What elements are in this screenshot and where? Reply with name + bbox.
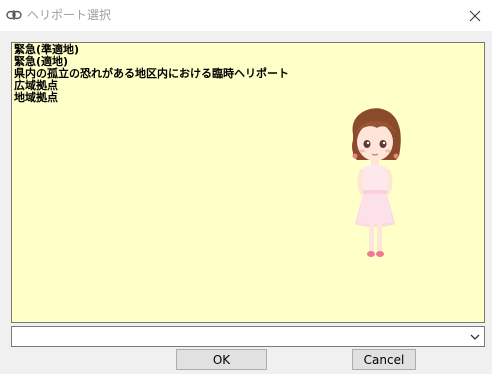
heliport-select-dialog: ヘリポート選択 緊急(準適地) 緊急(適地) 県内の孤立の恐れがある地区内におけ… <box>0 0 492 374</box>
app-icon <box>6 10 22 20</box>
list-item[interactable]: 地域拠点 <box>14 92 289 104</box>
chevron-down-icon[interactable] <box>469 331 481 343</box>
close-icon <box>469 10 481 21</box>
cancel-button[interactable]: Cancel <box>352 349 416 370</box>
close-button[interactable] <box>458 0 492 31</box>
heliport-combo-box[interactable] <box>11 326 485 347</box>
ok-button[interactable]: OK <box>176 349 267 370</box>
title-bar: ヘリポート選択 <box>0 0 492 31</box>
girl-character-illustration <box>352 108 401 257</box>
heliport-type-list[interactable]: 緊急(準適地) 緊急(適地) 県内の孤立の恐れがある地区内における臨時ヘリポート… <box>11 42 485 323</box>
window-title: ヘリポート選択 <box>27 8 112 22</box>
